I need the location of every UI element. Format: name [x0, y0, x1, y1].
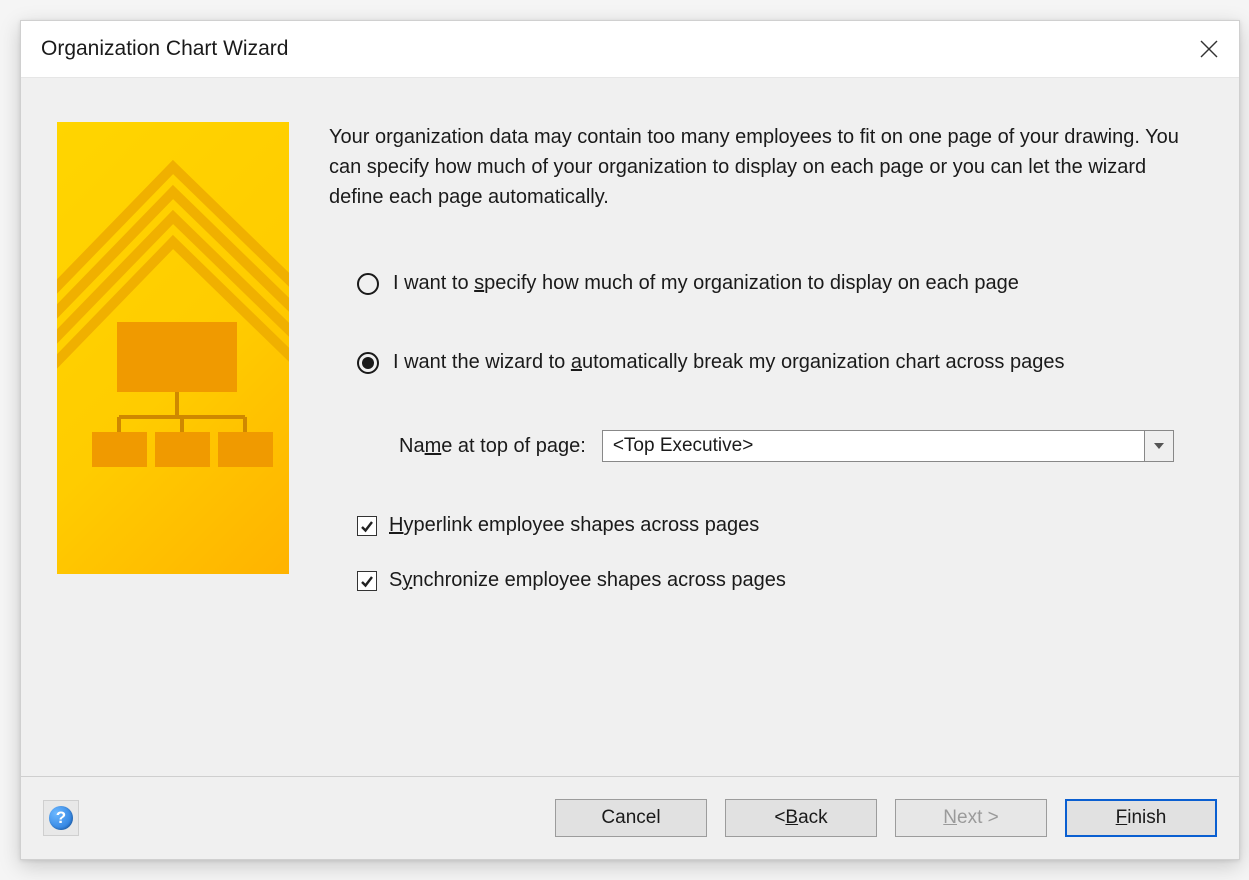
wizard-dialog: Organization Chart Wizard: [20, 20, 1240, 860]
back-button[interactable]: < Back: [725, 799, 877, 837]
radio-selected-dot: [362, 357, 374, 369]
help-icon: ?: [49, 806, 73, 830]
name-at-top-value[interactable]: <Top Executive>: [602, 430, 1144, 462]
next-button: Next >: [895, 799, 1047, 837]
name-at-top-label: Name at top of page:: [399, 435, 586, 458]
org-chart-icon: [57, 122, 289, 574]
chevron-down-icon: [1153, 442, 1165, 450]
titlebar: Organization Chart Wizard: [21, 21, 1239, 77]
combo-dropdown-button[interactable]: [1144, 430, 1174, 462]
checkbox-sync[interactable]: Synchronize employee shapes across pages: [329, 569, 1203, 592]
radio-icon[interactable]: [357, 273, 379, 295]
radio-auto[interactable]: I want the wizard to automatically break…: [329, 351, 1203, 374]
finish-button[interactable]: Finish: [1065, 799, 1217, 837]
checkbox-sync-label: Synchronize employee shapes across pages: [389, 569, 786, 592]
radio-icon[interactable]: [357, 352, 379, 374]
checkbox-icon[interactable]: [357, 516, 377, 536]
name-at-top-combo[interactable]: <Top Executive>: [602, 430, 1174, 462]
content-area: Your organization data may contain too m…: [21, 78, 1239, 776]
radio-specify-label: I want to specify how much of my organiz…: [393, 272, 1019, 295]
name-at-top-row: Name at top of page: <Top Executive>: [329, 430, 1203, 462]
radio-auto-label: I want the wizard to automatically break…: [393, 351, 1064, 374]
wizard-illustration: [57, 122, 289, 574]
checkbox-hyperlink[interactable]: Hyperlink employee shapes across pages: [329, 514, 1203, 537]
checkbox-icon[interactable]: [357, 571, 377, 591]
close-icon: [1200, 40, 1218, 58]
close-button[interactable]: [1187, 27, 1231, 71]
radio-specify[interactable]: I want to specify how much of my organiz…: [329, 272, 1203, 295]
dialog-body: Your organization data may contain too m…: [21, 77, 1239, 859]
wizard-form: Your organization data may contain too m…: [289, 122, 1203, 776]
help-button[interactable]: ?: [43, 800, 79, 836]
checkmark-icon: [360, 574, 374, 588]
intro-text: Your organization data may contain too m…: [329, 122, 1199, 212]
cancel-button[interactable]: Cancel: [555, 799, 707, 837]
dialog-title: Organization Chart Wizard: [41, 37, 1187, 61]
dialog-footer: ? Cancel < Back Next > Finish: [21, 776, 1239, 859]
checkbox-hyperlink-label: Hyperlink employee shapes across pages: [389, 514, 759, 537]
checkmark-icon: [360, 519, 374, 533]
